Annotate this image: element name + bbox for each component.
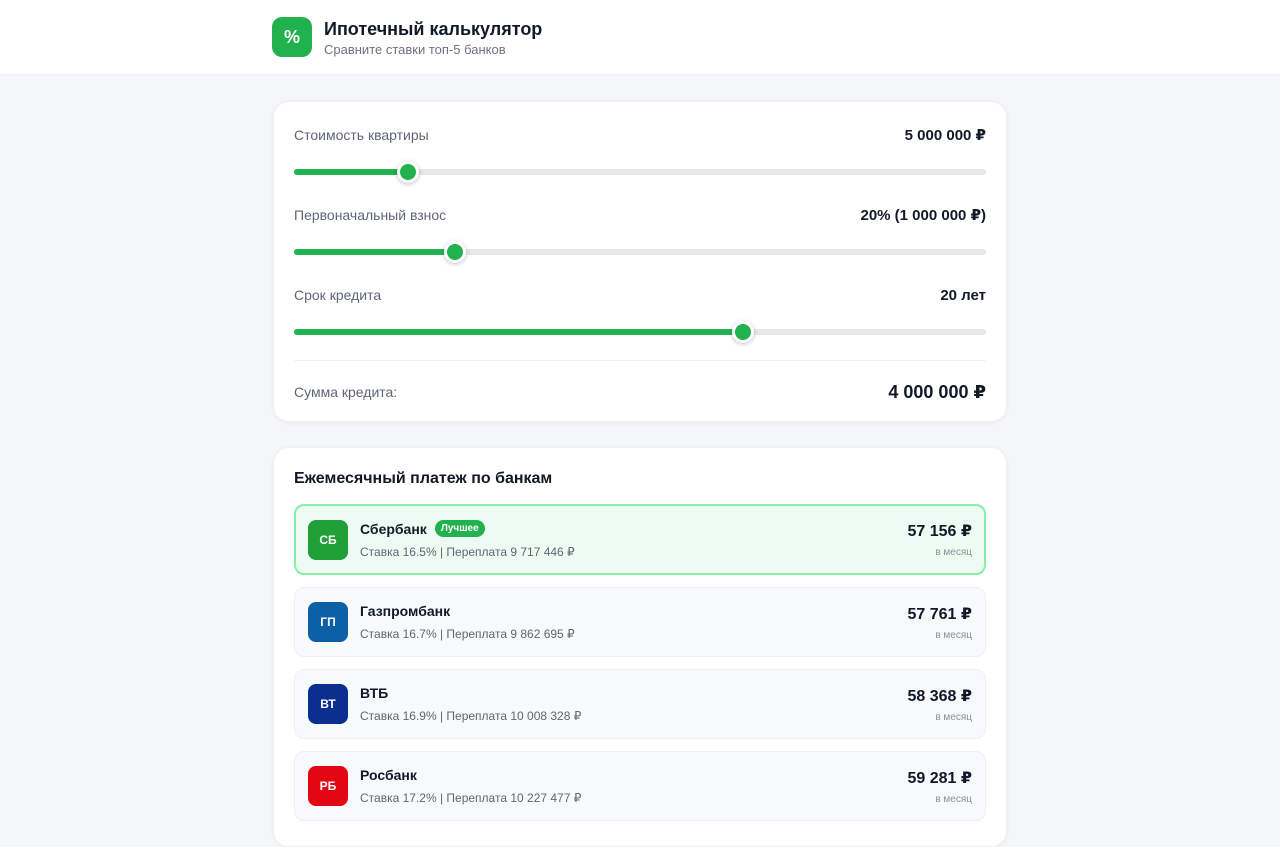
bank-info: Газпромбанк Ставка 16.7% | Переплата 9 8… [360, 603, 907, 641]
bank-list: СБ Сбербанк Лучшее Ставка 16.5% | Перепл… [294, 504, 986, 821]
term-slider-fill [294, 329, 744, 335]
bank-logo: РБ [308, 766, 348, 806]
top-bar: % Ипотечный калькулятор Сравните ставки … [0, 0, 1280, 75]
bank-payment: 57 761 ₽ в месяц [907, 604, 972, 641]
bank-details: Ставка 16.9% | Переплата 10 008 328 ₽ [360, 709, 582, 723]
best-badge: Лучшее [434, 520, 485, 537]
bank-name: Росбанк [360, 767, 417, 783]
percent-icon: % [272, 17, 312, 57]
page-title: Ипотечный калькулятор [324, 18, 543, 39]
bank-logo: ВТ [308, 684, 348, 724]
bank-amount: 59 281 ₽ [907, 769, 972, 787]
down-payment-row: Первоначальный взнос 20% (1 000 000 ₽) [294, 202, 986, 228]
bank-amount: 57 761 ₽ [907, 605, 972, 623]
bank-info: Сбербанк Лучшее Ставка 16.5% | Переплата… [360, 520, 907, 559]
bank-per-month: в месяц [935, 547, 972, 558]
price-row: Стоимость квартиры 5 000 000 ₽ [294, 122, 986, 148]
price-label: Стоимость квартиры [294, 127, 429, 143]
term-slider-thumb[interactable] [732, 321, 755, 343]
bank-logo: СБ [308, 519, 348, 560]
calculator-card: Стоимость квартиры 5 000 000 ₽ Первонача… [273, 101, 1007, 422]
bank-name: Газпромбанк [360, 603, 451, 619]
bank-per-month: в месяц [935, 629, 972, 641]
bank-amount: 58 368 ₽ [907, 687, 972, 705]
brand-text: Ипотечный калькулятор Сравните ставки то… [324, 18, 542, 57]
bank-amount: 57 156 ₽ [907, 523, 972, 540]
bank-logo: ГП [308, 602, 348, 642]
banks-title: Ежемесячный платеж по банкам [294, 470, 553, 487]
loan-sum-label: Сумма кредита: [294, 384, 398, 400]
term-label: Срок кредита [294, 287, 382, 303]
price-value: 5 000 000 ₽ [904, 127, 986, 144]
down-payment-slider[interactable] [294, 241, 986, 263]
bank-item[interactable]: СБ Сбербанк Лучшее Ставка 16.5% | Перепл… [294, 504, 986, 575]
loan-sum-value: 4 000 000 ₽ [888, 381, 986, 402]
price-slider-fill [294, 169, 409, 175]
bank-name: Сбербанк [360, 520, 427, 537]
bank-name-row: Газпромбанк [360, 603, 907, 619]
bank-payment: 58 368 ₽ в месяц [907, 686, 972, 723]
loan-sum-row: Сумма кредита: 4 000 000 ₽ [294, 361, 986, 423]
bank-name: ВТБ [360, 685, 389, 701]
bank-name-row: Росбанк [360, 767, 907, 783]
down-payment-slider-fill [294, 249, 455, 255]
bank-details: Ставка 17.2% | Переплата 10 227 477 ₽ [360, 791, 582, 805]
bank-item[interactable]: РБ Росбанк Ставка 17.2% | Переплата 10 2… [294, 751, 986, 821]
down-payment-label: Первоначальный взнос [294, 207, 447, 223]
term-row: Срок кредита 20 лет [294, 282, 986, 308]
bank-item[interactable]: ВТ ВТБ Ставка 16.9% | Переплата 10 008 3… [294, 669, 986, 739]
price-slider-thumb[interactable] [397, 161, 420, 183]
bank-payment: 57 156 ₽ в месяц [907, 521, 972, 558]
page-subtitle: Сравните ставки топ-5 банков [324, 41, 506, 57]
bank-per-month: в месяц [935, 793, 972, 805]
banks-card: Ежемесячный платеж по банкам СБ Сбербанк… [273, 447, 1007, 847]
brand: % Ипотечный калькулятор Сравните ставки … [272, 17, 542, 57]
price-slider[interactable] [294, 161, 986, 183]
bank-name-row: Сбербанк Лучшее [360, 520, 907, 537]
term-slider[interactable] [294, 321, 986, 343]
bank-per-month: в месяц [935, 711, 972, 723]
bank-info: Росбанк Ставка 17.2% | Переплата 10 227 … [360, 767, 907, 805]
bank-details: Ставка 16.7% | Переплата 9 862 695 ₽ [360, 627, 575, 641]
term-value: 20 лет [940, 286, 986, 304]
down-payment-slider-thumb[interactable] [443, 241, 466, 263]
bank-info: ВТБ Ставка 16.9% | Переплата 10 008 328 … [360, 685, 907, 723]
bank-details: Ставка 16.5% | Переплата 9 717 446 ₽ [360, 545, 575, 559]
bank-name-row: ВТБ [360, 685, 907, 701]
bank-payment: 59 281 ₽ в месяц [907, 768, 972, 805]
bank-item[interactable]: ГП Газпромбанк Ставка 16.7% | Переплата … [294, 587, 986, 657]
down-payment-value: 20% (1 000 000 ₽) [860, 207, 986, 224]
